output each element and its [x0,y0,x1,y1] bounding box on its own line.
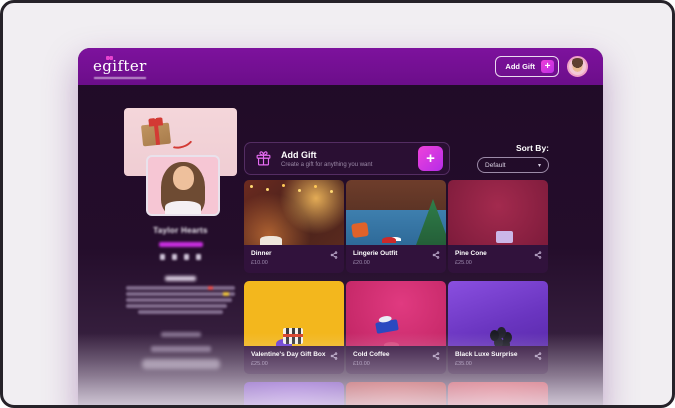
share-icon[interactable] [330,352,338,360]
share-icon[interactable] [534,352,542,360]
sort-selected-value: Default [485,162,506,169]
gift-card-title: Lingerie Outfit [353,250,439,257]
gift-card-partial[interactable] [346,382,446,408]
gift-card-lingerie-outfit[interactable]: Lingerie Outfit £20.00 [346,180,446,273]
add-gift-panel-text: Add Gift Create a gift for anything you … [281,150,418,168]
profile-sidebar: Taylor Hearts [124,85,237,408]
share-icon[interactable] [534,251,542,259]
gift-card-valentines-day-gift-box[interactable]: Valentine's Day Gift Box £25.00 [244,281,344,374]
gift-card-price: £35.00 [455,361,541,367]
profile-stat-blurred [161,332,201,337]
share-icon[interactable] [432,251,440,259]
logo-ribbon-icon [106,55,113,60]
app-window: egifter Add Gift + T [78,48,603,408]
sort-dropdown[interactable]: Default ▾ [477,157,549,173]
gift-card-dinner[interactable]: Dinner £10.00 [244,180,344,273]
gift-card-caption: Black Luxe Surprise £35.00 [448,346,548,374]
share-icon[interactable] [330,251,338,259]
share-icon[interactable] [432,352,440,360]
profile-handle-blurred[interactable] [159,242,203,247]
add-gift-panel-title: Add Gift [281,150,418,160]
sort-by-label: Sort By: [477,143,549,153]
gift-card-price: £25.00 [455,260,541,266]
gift-card-price: £10.00 [353,361,439,367]
gift-card-partial[interactable] [244,382,344,408]
add-gift-panel[interactable]: Add Gift Create a gift for anything you … [244,142,450,175]
gift-card-photo [448,180,548,245]
gift-card-title: Pine Cone [455,250,541,257]
social-icon[interactable] [172,254,177,260]
profile-stat-blurred [151,346,211,352]
gift-card-grid: Dinner £10.00 Lingerie Outfit £20. [244,180,548,408]
gift-card-price: £20.00 [353,260,439,266]
logo-tagline [94,77,146,79]
gift-card-photo [244,180,344,245]
social-icon[interactable] [160,254,165,260]
add-gift-button[interactable]: Add Gift + [495,56,559,77]
profile-name: Taylor Hearts [124,226,237,235]
app-body: Taylor Hearts [78,85,603,408]
gift-card-partial[interactable] [448,382,548,408]
egifter-logo: egifter [93,59,147,74]
screenshot-frame: egifter Add Gift + T [0,0,675,408]
gift-card-black-luxe-surprise[interactable]: Black Luxe Surprise £35.00 [448,281,548,374]
gift-card-title: Valentine's Day Gift Box [251,351,337,358]
about-paragraph-blurred [126,286,235,314]
gift-card-photo [244,382,344,408]
user-avatar[interactable] [567,56,588,77]
gift-card-photo [346,281,446,346]
gift-card-price: £25.00 [251,361,337,367]
profile-photo[interactable] [146,155,220,216]
gift-card-photo [448,382,548,408]
plus-icon: + [541,60,554,73]
ribbon-illustration [166,128,196,151]
app-header: egifter Add Gift + [78,48,603,85]
gift-card-cold-coffee[interactable]: Cold Coffee £10.00 [346,281,446,374]
gift-card-photo [346,382,446,408]
social-icons-row[interactable] [124,254,237,260]
add-gift-panel-subtitle: Create a gift for anything you want [281,162,418,168]
social-icon[interactable] [196,254,201,260]
about-heading-blurred [165,276,196,281]
profile-stat-blurred [142,359,220,369]
gift-card-caption: Pine Cone £25.00 [448,245,548,273]
add-gift-button-label: Add Gift [505,62,535,71]
gift-card-photo [346,180,446,245]
gift-card-title: Black Luxe Surprise [455,351,541,358]
giftbox-illustration [141,123,171,147]
social-icon[interactable] [184,254,189,260]
gift-card-title: Dinner [251,250,337,257]
add-gift-plus-button[interactable]: + [418,146,443,171]
gift-card-caption: Cold Coffee £10.00 [346,346,446,374]
logo-text: egifter [93,57,147,75]
gift-card-caption: Valentine's Day Gift Box £25.00 [244,346,344,374]
gift-card-photo [448,281,548,346]
chevron-down-icon: ▾ [538,162,541,169]
gift-card-price: £10.00 [251,260,337,266]
gift-card-caption: Lingerie Outfit £20.00 [346,245,446,273]
gift-icon [255,150,272,167]
gift-card-caption: Dinner £10.00 [244,245,344,273]
gift-card-title: Cold Coffee [353,351,439,358]
header-actions: Add Gift + [495,56,588,77]
gift-card-pine-cone[interactable]: Pine Cone £25.00 [448,180,548,273]
gift-card-photo [244,281,344,346]
